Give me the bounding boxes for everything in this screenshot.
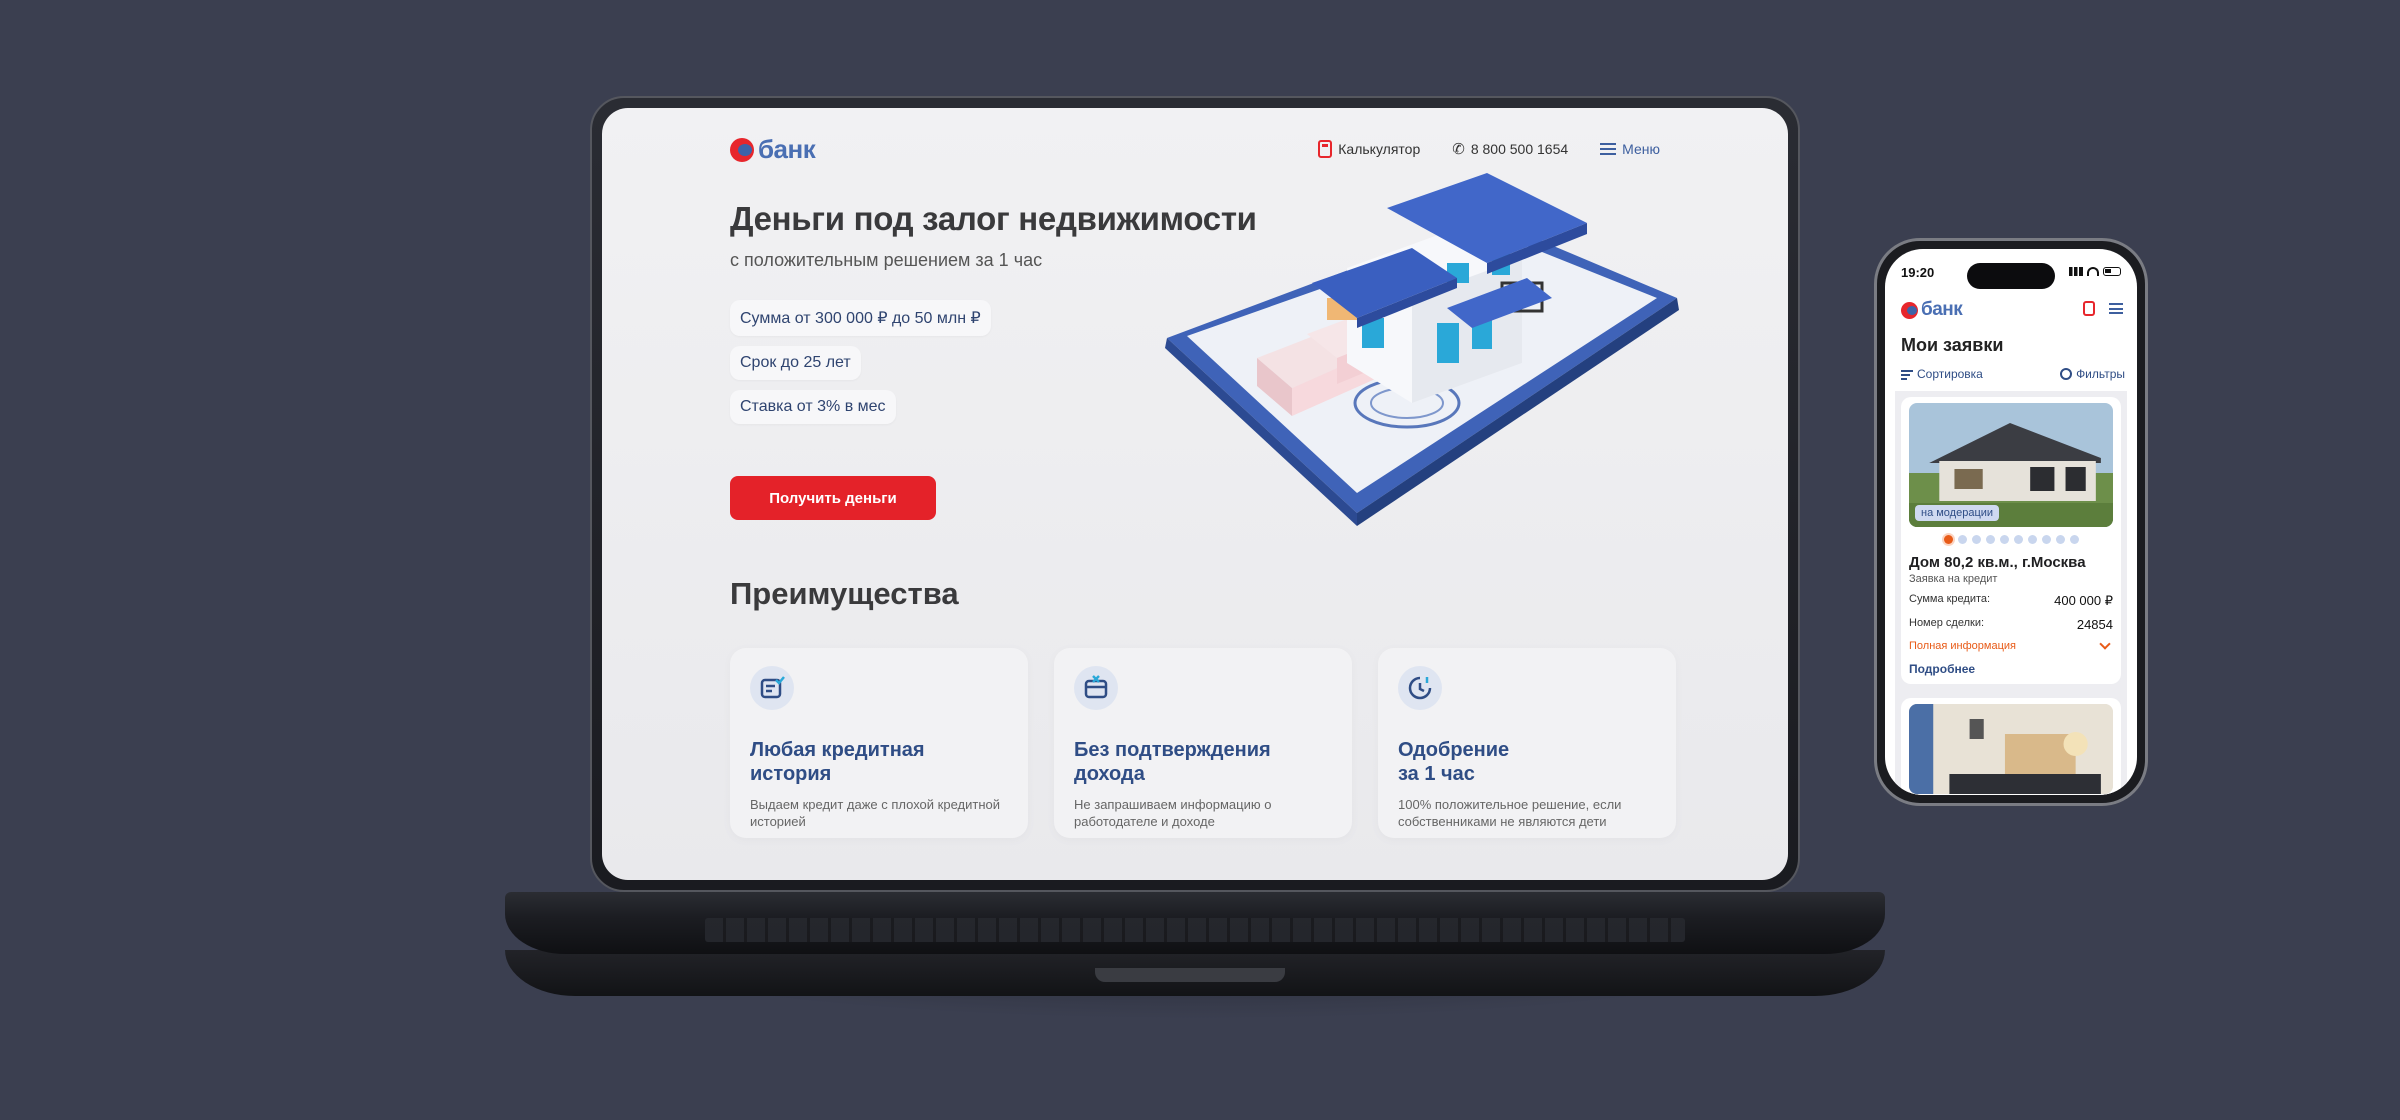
applications-list: на модерации Дом 80,2 кв.м., г.Москва За… <box>1895 391 2127 795</box>
laptop-keyboard <box>705 918 1685 942</box>
credit-amount-value: 400 000 ₽ <box>2054 593 2113 608</box>
credit-amount-label: Сумма кредита: <box>1909 593 1991 605</box>
deal-number-row: Номер сделки: 24854 <box>1909 617 2113 632</box>
laptop-screen: банк Калькулятор ✆ 8 800 500 1654 Меню Д… <box>602 108 1788 880</box>
dynamic-island <box>1967 263 2055 289</box>
filter-label: Фильтры <box>2076 367 2125 381</box>
wallet-cross-icon <box>1074 666 1118 710</box>
phone-header-icons <box>2083 301 2123 316</box>
slider-dot[interactable] <box>2013 535 2023 544</box>
logo-mark-icon <box>1901 301 1918 319</box>
advantage-card: Одобрение за 1 час 100% положительное ре… <box>1378 648 1676 838</box>
hero-subtitle: с положительным решением за 1 час <box>730 250 1043 270</box>
photo-slider-dots[interactable] <box>1909 535 2113 544</box>
logo-text: банк <box>758 134 816 164</box>
chevron-down-icon <box>2099 638 2111 650</box>
page-title: Мои заявки <box>1901 335 2004 355</box>
advantage-card: Любая кредитная история Выдаем кредит да… <box>730 648 1028 838</box>
sort-button[interactable]: Сортировка <box>1901 367 1983 381</box>
full-info-label: Полная информация <box>1909 640 2016 652</box>
slider-dot[interactable] <box>2055 535 2065 544</box>
advantage-card-title: Любая кредитная история <box>750 739 925 785</box>
full-info-toggle[interactable]: Полная информация <box>1909 638 2113 652</box>
advantage-card-text: 100% положительное решение, если собстве… <box>1398 797 1622 829</box>
status-time: 19:20 <box>1901 265 1935 280</box>
feature-chip: Ставка от 3% в мес <box>730 390 896 424</box>
phone-screen: 19:20 банк Мои заявки Сортировка Фильтры <box>1885 249 2137 795</box>
slider-dot[interactable] <box>1957 535 1967 544</box>
clock-icon <box>1398 666 1442 710</box>
document-check-icon <box>750 666 794 710</box>
get-money-button[interactable]: Получить деньги <box>730 476 936 520</box>
battery-icon <box>2103 267 2121 276</box>
logo-mark-icon <box>730 137 754 162</box>
slider-dot[interactable] <box>1985 535 1995 544</box>
slider-dot[interactable] <box>1943 535 1953 544</box>
wifi-icon <box>2087 267 2099 276</box>
interior-photo-illustration <box>1909 704 2113 794</box>
advantage-card-title: Одобрение за 1 час <box>1398 739 1510 785</box>
credit-amount-row: Сумма кредита: 400 000 ₽ <box>1909 593 2113 609</box>
slider-dot[interactable] <box>2069 535 2079 544</box>
hero-features: Сумма от 300 000 ₽ до 50 млн ₽ Срок до 2… <box>730 300 991 424</box>
feature-chip: Сумма от 300 000 ₽ до 50 млн ₽ <box>730 300 991 336</box>
property-photo[interactable]: на модерации <box>1909 403 2113 527</box>
slider-dot[interactable] <box>1971 535 1981 544</box>
application-type: Заявка на кредит <box>1909 573 1998 585</box>
status-badge: на модерации <box>1915 505 2000 521</box>
property-name: Дом 80,2 кв.м., г.Москва <box>1909 554 2086 571</box>
advantage-card-title: Без подтверждения дохода <box>1074 739 1271 785</box>
application-card[interactable] <box>1901 698 2121 795</box>
sort-label: Сортировка <box>1917 367 1983 381</box>
slider-dot[interactable] <box>1999 535 2009 544</box>
filter-button[interactable]: Фильтры <box>2060 367 2125 381</box>
laptop-hinge <box>1095 968 1285 982</box>
phone-toolbar: Сортировка Фильтры <box>1901 367 2125 381</box>
advantage-card-text: Не запрашиваем информацию о работодателе… <box>1074 797 1272 829</box>
sort-icon <box>1901 369 1913 380</box>
feature-chip: Срок до 25 лет <box>730 346 861 380</box>
advantages-title: Преимущества <box>730 576 959 611</box>
site-logo[interactable]: банк <box>730 134 816 165</box>
laptop-lid: банк Калькулятор ✆ 8 800 500 1654 Меню Д… <box>590 96 1800 892</box>
advantage-card: Без подтверждения дохода Не запрашиваем … <box>1054 648 1352 838</box>
calculator-icon[interactable] <box>2083 301 2095 316</box>
advantage-card-text: Выдаем кредит даже с плохой кредитной ис… <box>750 797 1000 829</box>
application-card[interactable]: на модерации Дом 80,2 кв.м., г.Москва За… <box>1901 397 2121 684</box>
details-link[interactable]: Подробнее <box>1909 662 2113 676</box>
phone-logo[interactable]: банк <box>1901 299 1963 321</box>
slider-dot[interactable] <box>2041 535 2051 544</box>
signal-icon <box>2069 267 2083 276</box>
house-illustration <box>1165 173 1679 526</box>
phone-device: 19:20 банк Мои заявки Сортировка Фильтры <box>1874 238 2148 806</box>
menu-icon[interactable] <box>2109 303 2123 314</box>
slider-dot[interactable] <box>2027 535 2037 544</box>
deal-number-value: 24854 <box>2076 617 2113 632</box>
logo-text: банк <box>1921 299 1963 320</box>
filter-icon <box>2060 368 2073 380</box>
status-icons <box>2069 267 2121 276</box>
property-photo[interactable] <box>1909 704 2113 794</box>
advantages-cards: Любая кредитная история Выдаем кредит да… <box>730 648 1676 838</box>
deal-number-label: Номер сделки: <box>1909 617 1985 629</box>
